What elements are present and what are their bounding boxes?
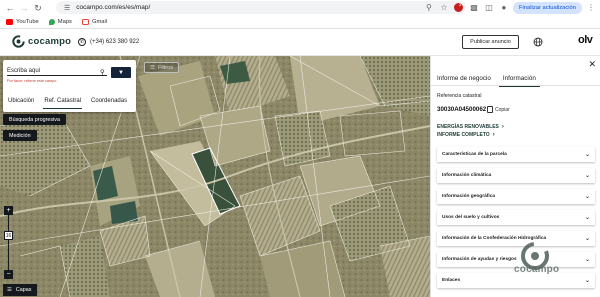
cocampo-watermark-icon: [521, 242, 549, 270]
chevron-down-icon: ⌄: [584, 173, 590, 179]
measure-button[interactable]: Medición: [3, 130, 37, 141]
progressive-search-button[interactable]: Búsqueda progresiva: [3, 114, 66, 125]
search-icon[interactable]: ⚲: [423, 2, 435, 14]
bookmark-maps[interactable]: Maps: [48, 18, 72, 25]
filter-button[interactable]: ☰ Filtros: [144, 62, 179, 73]
tab-ubicacion[interactable]: Ubicación: [3, 89, 39, 112]
arrow-icon: ▼: [118, 69, 124, 76]
logo-text: cocampo: [28, 36, 72, 47]
zoom-control: + 16 −: [4, 206, 13, 279]
layers-button[interactable]: ☰ Capas: [3, 284, 38, 296]
section-title: Información de ayudas y riesgos: [442, 257, 517, 262]
olv-brand[interactable]: olv: [578, 34, 593, 46]
tab-ref-catastral[interactable]: Ref. Catastral: [39, 89, 86, 112]
bookmark-youtube[interactable]: YouTube: [6, 18, 39, 25]
profile-icon[interactable]: ●: [498, 2, 510, 14]
section-title: Características de la parcela: [442, 152, 507, 157]
url-text: cocampo.com/es/es/map/: [76, 4, 151, 11]
chevron-down-icon: ⌄: [584, 194, 590, 200]
chevron-right-icon: ›: [501, 124, 504, 130]
menu-icon[interactable]: ⋮: [585, 2, 597, 14]
section-climate[interactable]: Información climática ⌄: [437, 168, 595, 183]
cocampo-logo-icon: [12, 35, 25, 48]
extensions-icon[interactable]: ▩: [468, 2, 480, 14]
renewables-label: ENERGÍAS RENOVABLES: [437, 124, 499, 130]
youtube-icon: [6, 18, 13, 25]
chevron-down-icon: ⌄: [584, 152, 590, 158]
validation-hint: Por favor, rellene este campo: [7, 79, 57, 83]
copy-button[interactable]: Copiar: [487, 106, 510, 113]
close-icon[interactable]: ✕: [588, 59, 596, 70]
sidepanel-icon[interactable]: ◫: [483, 2, 495, 14]
search-card: Escriba aquí ⚲ ▼ Por favor, rellene este…: [3, 60, 136, 112]
address-bar[interactable]: ☰ cocampo.com/es/es/map/: [56, 1, 466, 14]
site-header: cocampo ✆ (+34) 623 380 922 Publicar anu…: [0, 29, 600, 56]
gmail-icon: [81, 18, 89, 25]
zoom-in-button[interactable]: +: [4, 206, 13, 215]
tab-business-report[interactable]: Informe de negocio: [431, 70, 497, 86]
search-submit-button[interactable]: ▼: [111, 67, 131, 78]
copy-label: Copiar: [495, 106, 510, 113]
section-title: Usos del suelo y cultivos: [442, 215, 500, 220]
zoom-slider[interactable]: 16: [4, 215, 13, 270]
back-icon[interactable]: ←: [4, 2, 16, 14]
publish-ad-button[interactable]: Publicar anuncio: [462, 35, 519, 49]
star-icon[interactable]: ☆: [438, 2, 450, 14]
tab-information[interactable]: Información: [497, 70, 542, 87]
bookmark-gmail[interactable]: Gmail: [81, 18, 108, 25]
layers-label: Capas: [15, 287, 32, 293]
chevron-down-icon: ⌄: [584, 215, 590, 221]
filter-label: Filtros: [157, 64, 173, 71]
full-report-label: INFORME COMPLETO: [437, 132, 490, 138]
bookmarks-bar: YouTube Maps Gmail: [0, 15, 600, 29]
section-land-use[interactable]: Usos del suelo y cultivos ⌄: [437, 210, 595, 225]
browser-toolbar: ← → ↻ ☰ cocampo.com/es/es/map/ ⚲ ☆ 2 ▩ ◫…: [0, 0, 600, 15]
zoom-out-button[interactable]: −: [4, 270, 13, 279]
cocampo-logo[interactable]: cocampo: [12, 35, 71, 48]
chevron-right-icon: ›: [492, 132, 495, 138]
whatsapp-icon: ✆: [78, 38, 86, 46]
cocampo-watermark: cocampo: [514, 264, 560, 275]
copy-icon: [487, 106, 493, 113]
renewables-link[interactable]: ENERGÍAS RENOVABLES ›: [437, 124, 504, 130]
update-button[interactable]: Finalizar actualización: [512, 1, 582, 14]
toolbar-actions: ⚲ ☆ 2 ▩ ◫ ● Finalizar actualización ⋮: [423, 0, 600, 15]
panel-tabs: Informe de negocio Información: [431, 70, 600, 87]
tab-coordenadas[interactable]: Coordenadas: [86, 89, 132, 112]
bookmark-label: YouTube: [16, 18, 39, 25]
bookmark-label: Maps: [57, 18, 72, 25]
site-info-icon[interactable]: ☰: [64, 4, 70, 12]
search-input[interactable]: Escriba aquí: [7, 66, 107, 76]
filter-icon: ☰: [150, 64, 155, 71]
extension-badge-icon[interactable]: 2: [453, 2, 465, 14]
globe-icon[interactable]: [533, 37, 543, 47]
section-title: Información geográfica: [442, 194, 496, 199]
section-parcel-characteristics[interactable]: Características de la parcela ⌄: [437, 147, 595, 162]
maps-pin-icon: [48, 18, 55, 25]
chevron-down-icon: ⌄: [584, 278, 590, 284]
zoom-track-line: [8, 215, 9, 270]
forward-icon[interactable]: →: [18, 2, 30, 14]
cadastral-ref-value: 30030A04500062: [437, 106, 487, 113]
chevron-down-icon: ⌄: [584, 257, 590, 263]
search-icon[interactable]: ⚲: [100, 68, 105, 76]
cadastral-ref-label: Referencia catastral: [437, 93, 482, 99]
section-title: Información climática: [442, 173, 492, 178]
phone-contact[interactable]: ✆ (+34) 623 380 922: [78, 38, 139, 46]
phone-number: (+34) 623 380 922: [90, 39, 140, 45]
full-report-link[interactable]: INFORME COMPLETO ›: [437, 132, 495, 138]
section-geographic[interactable]: Información geográfica ⌄: [437, 189, 595, 204]
notification-count: 2: [458, 1, 462, 7]
bookmark-label: Gmail: [91, 18, 108, 25]
layers-icon: ☰: [7, 287, 12, 293]
reload-icon[interactable]: ↻: [32, 2, 44, 14]
section-title: Enlaces: [442, 278, 461, 283]
chevron-down-icon: ⌄: [584, 236, 590, 242]
zoom-level-handle[interactable]: 16: [4, 231, 13, 240]
search-mode-tabs: Ubicación Ref. Catastral Coordenadas: [3, 89, 136, 112]
